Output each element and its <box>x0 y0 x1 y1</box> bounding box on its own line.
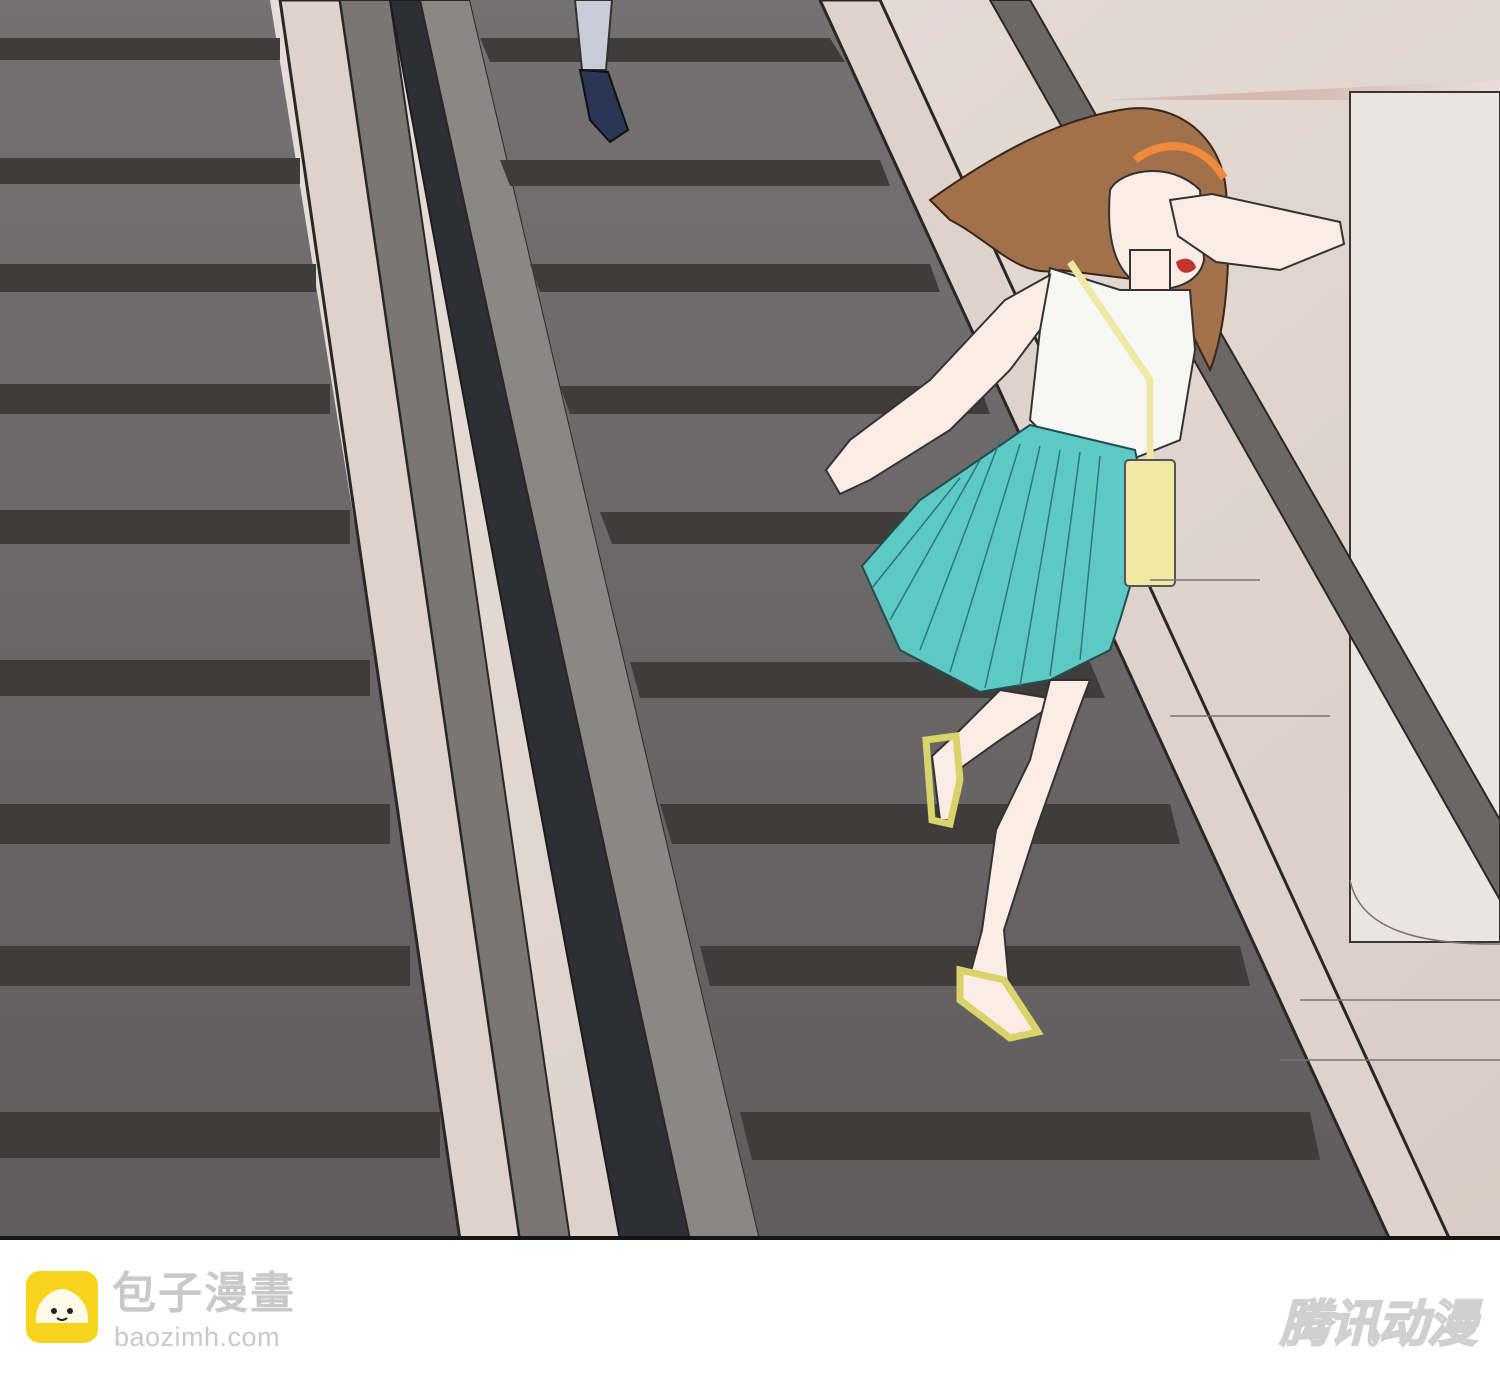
baozi-logo-icon <box>26 1271 98 1343</box>
publisher-watermark: 腾讯动漫 <box>1279 1294 1478 1354</box>
comic-panel <box>0 0 1500 1240</box>
watermark-footer: 包子漫畫 baozimh.com 腾讯动漫 <box>0 1240 1500 1376</box>
brand-url: baozimh.com <box>114 1322 281 1352</box>
escalator-illustration <box>0 0 1500 1236</box>
brand-name: 包子漫畫 <box>112 1268 296 1319</box>
